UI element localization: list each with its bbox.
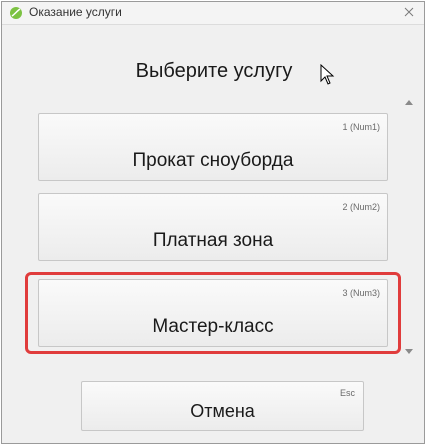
service-button-master-class[interactable]: 3 (Num3) Мастер-класс	[38, 279, 388, 347]
dialog-heading: Выберите услугу	[135, 60, 293, 82]
service-label: Прокат сноуборда	[132, 150, 294, 171]
title-bar: Оказание услуги	[2, 2, 424, 25]
service-list: 1 (Num1) Прокат сноуборда 2 (Num2) Платн…	[2, 102, 426, 372]
service-label: Мастер-класс	[152, 316, 274, 337]
service-button-paid-zone[interactable]: 2 (Num2) Платная зона	[38, 193, 388, 261]
vertical-scrollbar[interactable]	[400, 96, 418, 358]
service-label: Платная зона	[152, 230, 274, 251]
service-button-snowboard-rental[interactable]: 1 (Num1) Прокат сноуборда	[38, 113, 388, 181]
service-hotkey: 1 (Num1)	[342, 122, 380, 132]
cancel-hotkey: Esc	[339, 388, 355, 398]
close-icon	[404, 4, 414, 22]
mouse-cursor-icon	[320, 63, 336, 86]
close-button[interactable]	[400, 4, 418, 22]
window-title: Оказание услуги	[29, 5, 122, 19]
leaf-app-icon	[9, 6, 23, 20]
cancel-label: Отмена	[190, 401, 255, 421]
scroll-down-arrow-icon[interactable]	[405, 349, 413, 354]
service-hotkey: 3 (Num3)	[342, 288, 380, 298]
cancel-button[interactable]: Esc Отмена	[81, 381, 364, 431]
service-dialog-window: Оказание услуги Выберите услугу 1 (Num1)…	[1, 1, 425, 444]
scroll-up-arrow-icon[interactable]	[405, 100, 413, 105]
service-hotkey: 2 (Num2)	[342, 202, 380, 212]
